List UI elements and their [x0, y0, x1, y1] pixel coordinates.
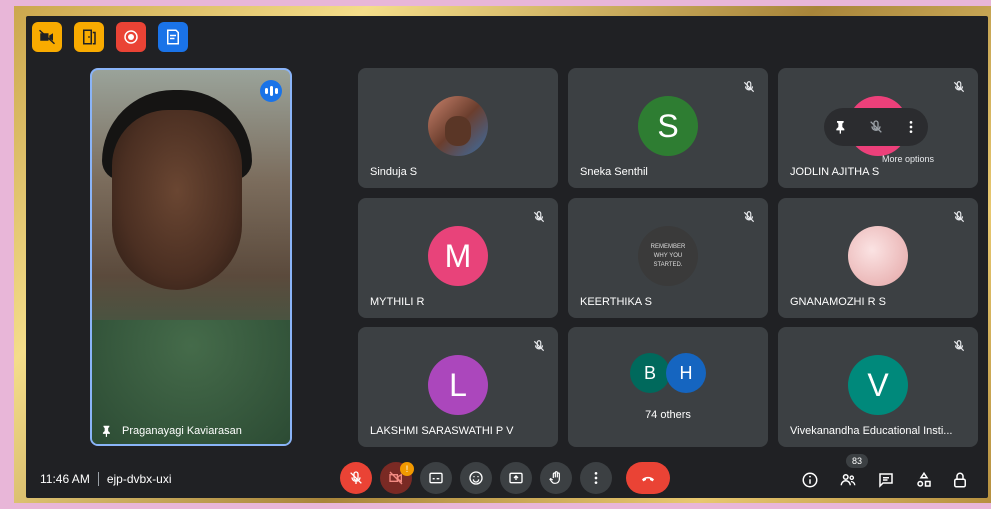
people-icon — [840, 474, 856, 486]
people-button[interactable] — [838, 470, 858, 490]
participant-name: Sneka Senthil — [580, 166, 648, 178]
end-call-button[interactable] — [626, 462, 670, 494]
bottom-bar: 11:46 AM ejp-dvbx-uxi ! 83 — [26, 448, 988, 498]
meeting-code: ejp-dvbx-uxi — [106, 472, 172, 486]
tile-hover-controls — [824, 108, 928, 146]
mic-off-icon — [533, 211, 545, 223]
avatar: V — [848, 355, 908, 415]
top-toolbar — [32, 22, 188, 52]
activities-icon — [917, 471, 931, 487]
avatar: S — [638, 96, 698, 156]
chat-button[interactable] — [876, 470, 896, 490]
camera-warning-badge: ! — [400, 462, 414, 476]
meeting-info: 11:46 AM ejp-dvbx-uxi — [40, 472, 172, 486]
avatar: L — [428, 355, 488, 415]
participant-tile[interactable]: More options JODLIN AJITHA S — [778, 68, 978, 188]
others-count: 74 others — [645, 409, 691, 421]
raise-hand-button[interactable] — [540, 462, 572, 494]
mic-toggle-button[interactable] — [340, 462, 372, 494]
participant-tile[interactable]: M MYTHILI R — [358, 198, 558, 318]
participant-name: LAKSHMI SARASWATHI P V — [370, 425, 514, 437]
participant-name: JODLIN AJITHA S — [790, 166, 880, 178]
info-button[interactable] — [800, 470, 820, 490]
present-icon — [509, 472, 523, 484]
participant-tile[interactable]: L LAKSHMI SARASWATHI P V — [358, 327, 558, 447]
info-icon — [802, 472, 818, 488]
activities-button[interactable] — [914, 470, 934, 490]
mute-participant-icon[interactable] — [868, 119, 884, 135]
avatar — [848, 226, 908, 286]
mic-off-icon — [953, 211, 965, 223]
end-call-icon — [642, 476, 654, 482]
more-vert-icon — [594, 472, 598, 484]
participant-name: MYTHILI R — [370, 296, 425, 308]
mic-off-icon — [350, 471, 362, 484]
notes-icon[interactable] — [158, 22, 188, 52]
divider — [97, 472, 99, 486]
self-name: Praganayagi Kaviarasan — [122, 425, 242, 437]
self-name-label: Praganayagi Kaviarasan — [100, 424, 242, 438]
top-border — [0, 0, 991, 6]
participant-tile[interactable]: REMEMBER WHY YOU STARTED. KEERTHIKA S — [568, 198, 768, 318]
mic-off-icon — [953, 340, 965, 352]
bottom-border — [0, 503, 991, 509]
participant-name: Vivekanandha Educational Insti... — [790, 425, 953, 437]
avatar: H — [666, 353, 706, 393]
pin-icon[interactable] — [833, 119, 849, 135]
speaking-indicator-icon — [260, 80, 282, 102]
others-tile[interactable]: B H 74 others — [568, 327, 768, 447]
others-avatars: B H — [630, 353, 710, 393]
captions-button[interactable] — [420, 462, 452, 494]
host-controls-button[interactable] — [950, 470, 970, 490]
participants-count-badge: 83 — [846, 454, 868, 468]
more-vert-icon[interactable] — [903, 119, 919, 135]
more-options-tooltip: More options — [882, 154, 935, 164]
emoji-button[interactable] — [460, 462, 492, 494]
avatar — [428, 96, 488, 156]
participant-name: Sinduja S — [370, 166, 418, 178]
participant-name: KEERTHIKA S — [580, 296, 652, 308]
participant-name: GNANAMOZHI R S — [790, 296, 886, 308]
door-icon[interactable] — [74, 22, 104, 52]
clock: 11:46 AM — [40, 472, 90, 486]
chat-icon — [879, 473, 893, 488]
pin-icon — [102, 425, 110, 437]
avatar: REMEMBER WHY YOU STARTED. — [638, 226, 698, 286]
mic-off-icon — [533, 340, 545, 352]
video-face — [112, 110, 242, 290]
participant-tile[interactable]: V Vivekanandha Educational Insti... — [778, 327, 978, 447]
participant-tile[interactable]: GNANAMOZHI R S — [778, 198, 978, 318]
raise-hand-icon — [549, 471, 560, 484]
participant-tile[interactable]: S Sneka Senthil — [568, 68, 768, 188]
mic-off-icon — [743, 211, 755, 223]
self-video-tile[interactable]: Praganayagi Kaviarasan — [90, 68, 292, 446]
avatar: B — [630, 353, 670, 393]
record-icon[interactable] — [116, 22, 146, 52]
mic-off-icon — [743, 81, 755, 93]
mic-off-icon — [953, 81, 965, 93]
avatar: M — [428, 226, 488, 286]
emoji-icon — [469, 471, 483, 485]
camera-off-icon[interactable] — [32, 22, 62, 52]
participant-tile[interactable]: Sinduja S — [358, 68, 558, 188]
present-button[interactable] — [500, 462, 532, 494]
captions-icon — [429, 472, 443, 484]
left-border — [0, 0, 14, 509]
lock-icon — [954, 472, 966, 488]
meet-window: Praganayagi Kaviarasan Sinduja S S Sneka… — [26, 16, 988, 498]
more-options-button[interactable] — [580, 462, 612, 494]
